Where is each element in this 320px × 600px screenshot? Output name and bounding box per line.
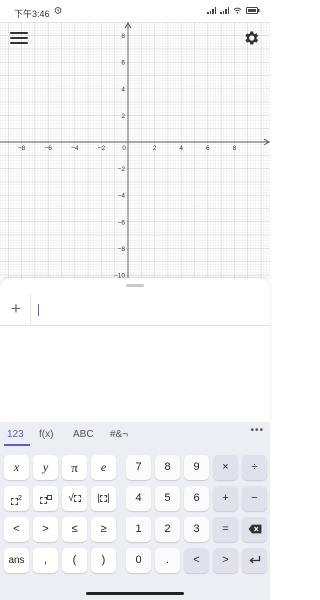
key-sqrt[interactable]: √ bbox=[62, 486, 87, 511]
enter-button[interactable] bbox=[242, 548, 267, 573]
key-6[interactable]: 6 bbox=[184, 486, 209, 511]
x-tick-label: 2 bbox=[153, 145, 157, 152]
key-times[interactable]: × bbox=[213, 455, 238, 480]
x-tick-label: −4 bbox=[71, 145, 79, 152]
key-e[interactable]: e bbox=[91, 455, 116, 480]
key-plus[interactable]: + bbox=[213, 486, 238, 511]
key-abs[interactable]: | | bbox=[91, 486, 116, 511]
active-tab-indicator bbox=[4, 444, 30, 446]
y-tick-label: 6 bbox=[121, 60, 125, 67]
graphing-canvas[interactable]: −8 −6 −4 −2 0 2 4 6 8 8 6 4 2 −2 −4 −6 −8 −10 bbox=[0, 22, 270, 278]
y-tick-label: 4 bbox=[121, 86, 125, 93]
add-button[interactable]: + bbox=[8, 300, 24, 318]
drag-handle[interactable] bbox=[126, 284, 144, 287]
y-tick-label: −2 bbox=[118, 166, 126, 173]
key-equals[interactable]: = bbox=[213, 517, 238, 542]
key-4[interactable]: 4 bbox=[126, 486, 151, 511]
key-power[interactable] bbox=[33, 486, 58, 511]
y-tick-label: −4 bbox=[118, 193, 126, 200]
key-decimal[interactable]: . bbox=[155, 548, 180, 573]
key-9[interactable]: 9 bbox=[184, 455, 209, 480]
placeholder-box bbox=[46, 494, 52, 500]
key-ans[interactable]: ans bbox=[4, 548, 29, 573]
tab-123[interactable]: 123 bbox=[7, 429, 24, 440]
x-tick-label: −8 bbox=[18, 145, 26, 152]
algebra-panel: + bbox=[0, 278, 270, 422]
keyboard-tabs: 123 f(x) ABC #&¬ ••• bbox=[0, 422, 270, 448]
x-tick-label: −2 bbox=[98, 145, 106, 152]
x-tick-label: 8 bbox=[233, 145, 237, 152]
key-squared[interactable]: 2 bbox=[4, 486, 29, 511]
key-pi[interactable]: π bbox=[62, 455, 87, 480]
algebra-input-row: + bbox=[0, 294, 270, 326]
menu-button[interactable] bbox=[10, 32, 28, 46]
signal-icon bbox=[207, 7, 216, 14]
backspace-icon bbox=[248, 524, 261, 534]
divider bbox=[30, 294, 31, 326]
menu-icon-bar bbox=[10, 32, 28, 34]
key-3[interactable]: 3 bbox=[184, 517, 209, 542]
tab-abc[interactable]: ABC bbox=[73, 429, 94, 440]
key-0[interactable]: 0 bbox=[126, 548, 151, 573]
key-less-equal[interactable]: ≤ bbox=[62, 517, 87, 542]
menu-icon-bar bbox=[10, 42, 28, 44]
enter-icon bbox=[249, 556, 260, 564]
key-left-paren[interactable]: ( bbox=[62, 548, 87, 573]
status-bar: 下午3:46 bbox=[0, 0, 270, 22]
y-tick-label: 2 bbox=[121, 113, 125, 120]
cursor-left-button[interactable]: < bbox=[184, 548, 209, 573]
key-y[interactable]: y bbox=[33, 455, 58, 480]
text-caret bbox=[38, 304, 39, 316]
algebra-input[interactable] bbox=[32, 294, 270, 326]
gesture-bar bbox=[86, 592, 184, 595]
graph-grid[interactable]: −8 −6 −4 −2 0 2 4 6 88642−2−4−6−8−10 bbox=[0, 22, 270, 278]
placeholder-box bbox=[39, 497, 47, 505]
more-button[interactable]: ••• bbox=[250, 425, 264, 436]
wifi-icon bbox=[233, 7, 242, 14]
math-keyboard: 123 f(x) ABC #&¬ ••• x y π e 7 8 9 × ÷ 2… bbox=[0, 422, 270, 600]
placeholder-box bbox=[73, 494, 81, 502]
key-2[interactable]: 2 bbox=[155, 517, 180, 542]
backspace-button[interactable] bbox=[242, 517, 267, 542]
key-minus[interactable]: − bbox=[242, 486, 267, 511]
x-tick-label: 4 bbox=[179, 145, 183, 152]
key-1[interactable]: 1 bbox=[126, 517, 151, 542]
y-tick-label: −6 bbox=[118, 219, 126, 226]
key-right-paren[interactable]: ) bbox=[91, 548, 116, 573]
tab-symbols[interactable]: #&¬ bbox=[110, 429, 128, 440]
status-time: 下午3:46 bbox=[14, 9, 50, 19]
x-tick-label: 0 bbox=[122, 145, 126, 152]
gear-icon[interactable] bbox=[242, 29, 260, 47]
x-tick-label: −6 bbox=[44, 145, 52, 152]
status-icons bbox=[207, 7, 260, 14]
menu-icon-bar bbox=[10, 37, 28, 39]
key-less-than[interactable]: < bbox=[4, 517, 29, 542]
x-tick-label: 6 bbox=[206, 145, 210, 152]
key-5[interactable]: 5 bbox=[155, 486, 180, 511]
tab-functions[interactable]: f(x) bbox=[39, 429, 53, 440]
cursor-right-button[interactable]: > bbox=[213, 548, 238, 573]
signal-icon-2 bbox=[220, 7, 229, 14]
key-divide[interactable]: ÷ bbox=[242, 455, 267, 480]
battery-icon bbox=[246, 7, 260, 14]
y-tick-label: −8 bbox=[118, 246, 126, 253]
key-comma[interactable]: , bbox=[33, 548, 58, 573]
key-greater-than[interactable]: > bbox=[33, 517, 58, 542]
key-8[interactable]: 8 bbox=[155, 455, 180, 480]
key-greater-equal[interactable]: ≥ bbox=[91, 517, 116, 542]
placeholder-box bbox=[100, 494, 107, 502]
key-7[interactable]: 7 bbox=[126, 455, 151, 480]
placeholder-box bbox=[11, 498, 19, 506]
y-tick-label: 8 bbox=[121, 33, 125, 40]
key-x[interactable]: x bbox=[4, 455, 29, 480]
alarm-icon bbox=[54, 7, 62, 14]
